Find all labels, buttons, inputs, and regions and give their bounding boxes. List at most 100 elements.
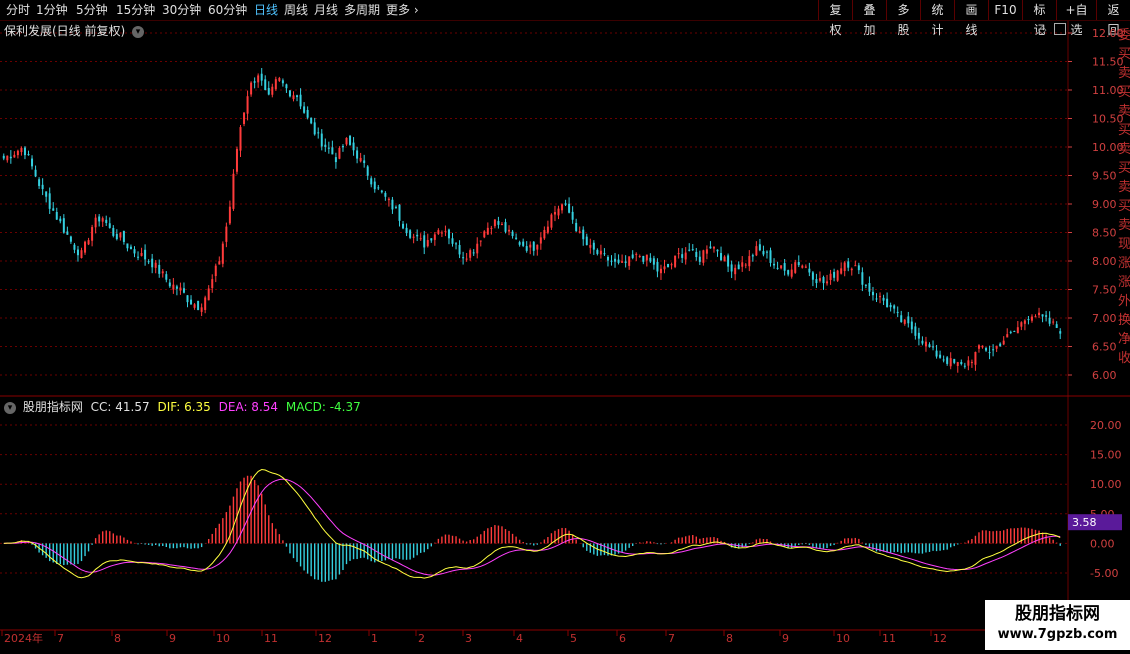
period-tab-10[interactable]: 更多 ›: [386, 0, 419, 20]
candle-body: [794, 262, 797, 273]
candle-body: [87, 240, 90, 245]
candle-body: [953, 358, 956, 363]
candle-body: [366, 166, 369, 176]
x-tick-label: 8: [726, 632, 733, 645]
candle-body: [490, 227, 493, 229]
candle-body: [667, 264, 670, 268]
candle-body: [981, 345, 984, 348]
period-tab-8[interactable]: 月线: [314, 0, 338, 20]
candle-body: [550, 214, 553, 228]
toolbar-button-1[interactable]: 叠加: [852, 0, 886, 37]
candle-body: [826, 281, 829, 284]
dropdown-icon[interactable]: ▾: [132, 25, 145, 38]
candle-body: [995, 345, 998, 349]
period-tab-0[interactable]: 分时: [6, 0, 30, 20]
candle-body: [762, 251, 765, 255]
candle-body: [193, 304, 196, 308]
stock-title: 保利发展(日线 前复权) ▾: [4, 22, 145, 39]
candle-body: [1030, 316, 1033, 321]
candle-body: [829, 273, 832, 281]
period-tab-7[interactable]: 周线: [284, 0, 308, 20]
toolbar-button-8[interactable]: 返回: [1096, 0, 1130, 37]
candle-body: [638, 256, 641, 258]
stock-title-label: 保利发展(日线 前复权): [4, 24, 126, 38]
candle-body: [105, 219, 108, 224]
side-panel-label: 买: [1118, 47, 1130, 62]
candle-body: [363, 160, 366, 164]
period-tab-3[interactable]: 15分钟: [116, 0, 155, 20]
candle-body: [137, 256, 140, 258]
side-panel-label: 涨: [1118, 256, 1130, 271]
candle-body: [599, 250, 602, 255]
toolbar-button-3[interactable]: 统计: [920, 0, 954, 37]
candle-body: [695, 251, 698, 258]
candle-body: [34, 169, 37, 177]
candle-body: [977, 345, 980, 349]
candle-body: [606, 256, 609, 261]
candle-body: [515, 237, 518, 239]
candle-body: [27, 154, 30, 156]
candle-body: [433, 234, 436, 240]
side-panel-label: 卖: [1118, 218, 1130, 233]
macd-tick-label: -5.00: [1090, 567, 1118, 580]
period-tab-2[interactable]: 5分钟: [76, 0, 108, 20]
indicator-dropdown-icon[interactable]: ▾: [4, 401, 16, 414]
candle-body: [20, 148, 23, 153]
period-tab-5[interactable]: 60分钟: [208, 0, 247, 20]
candle-body: [122, 231, 125, 242]
candle-body: [23, 147, 26, 156]
indicator-title: ▾ 股朋指标网 CC: 41.57 DIF: 6.35 DEA: 8.54 MA…: [4, 398, 361, 415]
candle-body: [508, 229, 511, 232]
toolbar-button-6[interactable]: 标记: [1022, 0, 1056, 37]
period-tab-1[interactable]: 1分钟: [36, 0, 68, 20]
period-tab-4[interactable]: 30分钟: [162, 0, 201, 20]
kline-chart: 12.0011.5011.0010.5010.009.509.008.508.0…: [0, 21, 1130, 650]
toolbar-button-2[interactable]: 多股: [886, 0, 920, 37]
toolbar-button-0[interactable]: 复权: [818, 0, 852, 37]
period-tab-9[interactable]: 多周期: [344, 0, 380, 20]
x-tick-label: 10: [836, 632, 850, 645]
candle-body: [709, 246, 712, 249]
candle-body: [751, 255, 754, 257]
candle-body: [518, 242, 521, 245]
candle-body: [168, 282, 171, 287]
period-tab-6[interactable]: 日线: [254, 0, 278, 20]
candle-body: [197, 300, 200, 311]
x-tick-label: 7: [57, 632, 64, 645]
candle-body: [444, 230, 447, 232]
candle-body: [62, 218, 65, 233]
candle-body: [525, 246, 528, 251]
candle-body: [684, 252, 687, 260]
zoom-icon[interactable]: [1054, 23, 1066, 35]
candle-body: [974, 351, 977, 365]
candle-body: [532, 241, 535, 251]
candle-body: [744, 264, 747, 266]
candle-body: [186, 295, 189, 303]
candle-body: [914, 326, 917, 336]
x-tick-label: 9: [782, 632, 789, 645]
candle-body: [108, 223, 111, 228]
toolbar-button-7[interactable]: +自选: [1056, 0, 1096, 37]
candle-body: [409, 230, 412, 238]
candle-body: [394, 206, 397, 208]
x-tick-label: 10: [216, 632, 230, 645]
candle-body: [720, 253, 723, 261]
indicator-name[interactable]: 股朋指标网: [23, 400, 83, 414]
candle-body: [310, 117, 313, 124]
chart-area: 12.00 11.50 11.00 10.50 10.00 9.50 9.00 8.50 8.0…: [0, 21, 1130, 650]
candle-body: [94, 217, 97, 228]
candle-body: [264, 79, 267, 91]
candle-body: [299, 94, 302, 107]
candle-body: [370, 178, 373, 185]
toolbar-button-4[interactable]: 画线: [954, 0, 988, 37]
price-tick-label: 8.00: [1092, 255, 1117, 268]
candle-body: [578, 231, 581, 233]
current-value-label: 3.58: [1072, 516, 1097, 529]
candle-body: [359, 157, 362, 162]
candle-body: [843, 262, 846, 272]
candle-body: [345, 137, 348, 145]
settings-diamond-icon[interactable]: ◇: [1038, 23, 1046, 36]
candle-body: [511, 231, 514, 237]
candle-body: [423, 235, 426, 248]
toolbar-button-5[interactable]: F10: [988, 0, 1022, 20]
